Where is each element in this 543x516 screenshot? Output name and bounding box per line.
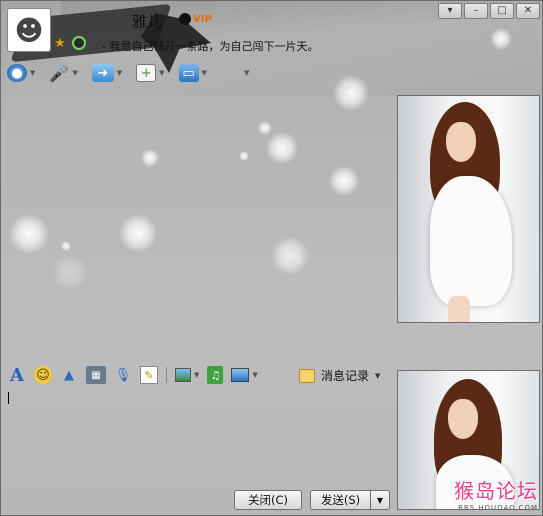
minimize-button[interactable]: – xyxy=(464,3,488,19)
chevron-down-icon[interactable]: ▼ xyxy=(72,69,77,77)
send-button[interactable]: 发送(S) xyxy=(310,490,370,510)
history-icon xyxy=(299,368,315,383)
chevron-down-icon[interactable]: ▼ xyxy=(202,69,207,77)
font-button[interactable]: A xyxy=(8,364,26,386)
message-history-label: 消息记录 xyxy=(321,369,370,383)
text-cursor xyxy=(8,392,9,404)
voice-call-button[interactable]: 🎤 ▼ xyxy=(49,63,77,83)
music-icon: ♫ xyxy=(207,366,224,384)
create-discussion-button[interactable]: + ▼ xyxy=(136,64,165,82)
send-image-button[interactable]: ▼ xyxy=(175,368,199,382)
bokeh-light xyxy=(271,237,309,275)
chevron-down-icon[interactable]: ▼ xyxy=(375,372,380,380)
chevron-down-icon[interactable]: ▼ xyxy=(194,371,199,379)
screenshot-button[interactable]: ▼ xyxy=(231,368,258,382)
apps-icon xyxy=(221,63,241,83)
doodle-button[interactable]: ✎ xyxy=(140,366,158,384)
bokeh-light xyxy=(61,241,71,251)
create-discussion-icon: + xyxy=(136,64,157,82)
music-button[interactable]: ♫ xyxy=(207,366,224,384)
forum-watermark: 猴岛论坛 BBS.HOUDAO.COM xyxy=(454,475,538,512)
message-input[interactable] xyxy=(5,388,393,482)
apps-button[interactable]: ▼ xyxy=(221,63,249,83)
format-toolbar: A ☺ ▲ ▦ 🎙 ✎ ▼ ♫ ▼ xyxy=(8,364,266,386)
image-icon xyxy=(175,368,191,382)
bokeh-light xyxy=(490,28,512,50)
bokeh-light xyxy=(119,214,157,252)
send-file-icon: ➜ xyxy=(91,64,114,82)
message-history-button[interactable]: 消息记录 ▼ xyxy=(299,367,380,384)
watermark-url: BBS.HOUDAO.COM xyxy=(458,504,538,512)
chevron-down-icon[interactable]: ▼ xyxy=(30,69,35,77)
bokeh-light xyxy=(258,121,272,135)
bokeh-light xyxy=(239,151,249,161)
microphone-icon: 🎙 xyxy=(114,367,132,383)
microphone-icon: 🎤 xyxy=(49,63,70,83)
chevron-down-icon[interactable]: ▼ xyxy=(159,69,164,77)
bokeh-light xyxy=(49,257,91,287)
chevron-down-icon[interactable]: ▼ xyxy=(252,371,257,379)
contact-signature: - 我是自己铺开一条路，为自己闯下一片天。 xyxy=(102,40,319,53)
close-button[interactable]: 关闭(C) xyxy=(234,490,302,510)
smiley-icon: ☺ xyxy=(34,366,52,384)
screenshot-icon xyxy=(231,368,250,382)
video-clip-button[interactable]: ▦ xyxy=(86,366,106,384)
film-icon: ▦ xyxy=(86,366,106,384)
doodle-icon: ✎ xyxy=(140,366,158,384)
remote-assist-button[interactable]: ▭ ▼ xyxy=(178,64,207,82)
vip-badge-icon[interactable]: VIP xyxy=(179,13,212,25)
send-file-button[interactable]: ➜ ▼ xyxy=(91,64,122,82)
avatar[interactable]: ☻ xyxy=(7,8,51,52)
chevron-down-icon[interactable]: ▼ xyxy=(117,69,122,77)
chat-toolbar: ● ▼ 🎤 ▼ ➜ ▼ + ▼ ▭ ▼ ▼ xyxy=(7,63,263,83)
emoji-button[interactable]: ☺ xyxy=(34,366,52,384)
contact-show-photo[interactable] xyxy=(397,95,540,323)
voice-message-button[interactable]: 🎙 xyxy=(114,366,132,384)
maximize-button[interactable]: □ xyxy=(490,3,514,19)
chevron-down-icon[interactable]: ▼ xyxy=(244,69,249,77)
bokeh-light xyxy=(266,132,298,164)
remote-assist-icon: ▭ xyxy=(178,64,199,82)
send-options-button[interactable]: ▼ xyxy=(370,490,390,510)
toolbar-divider xyxy=(166,367,167,383)
star-badge-icon: ★ xyxy=(54,36,66,51)
bokeh-light xyxy=(9,214,49,254)
online-status-icon xyxy=(72,36,86,50)
vip-label: VIP xyxy=(193,14,212,25)
chat-window: ☻ ★ 雅儿 VIP - 我是自己铺开一条路，为自己闯下一片天。 ▾ – □ ✕… xyxy=(0,0,543,516)
watermark-title: 猴岛论坛 xyxy=(454,479,538,503)
font-icon: A xyxy=(10,364,24,386)
video-call-button[interactable]: ● ▼ xyxy=(7,64,35,82)
window-controls: ▾ – □ ✕ xyxy=(438,3,540,19)
bokeh-light xyxy=(141,149,159,167)
video-camera-icon: ● xyxy=(7,64,27,82)
close-window-button[interactable]: ✕ xyxy=(516,3,540,19)
bokeh-light xyxy=(333,75,369,111)
bokeh-light xyxy=(329,166,359,196)
contact-nickname: 雅儿 xyxy=(132,13,163,31)
window-menu-button[interactable]: ▾ xyxy=(438,3,462,19)
magic-expression-button[interactable]: ▲ xyxy=(60,366,78,384)
wizard-hat-icon: ▲ xyxy=(64,367,74,383)
